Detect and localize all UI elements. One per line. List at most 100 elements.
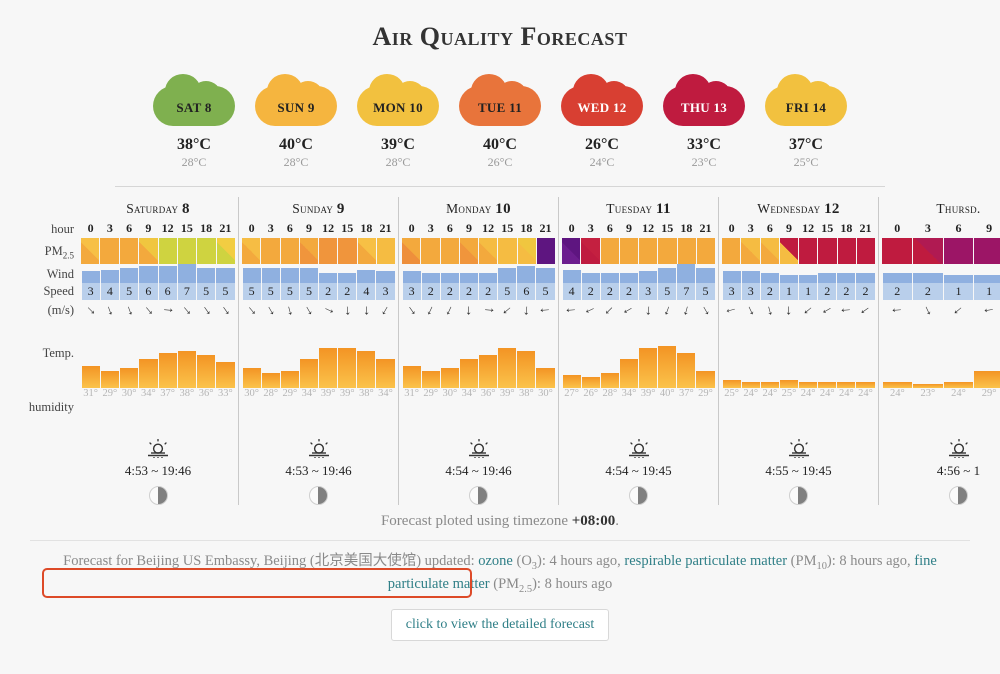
wind-arrow-icon: ↑ <box>722 304 740 316</box>
pm25-cell[interactable] <box>280 238 299 264</box>
pm25-cell[interactable] <box>677 238 696 264</box>
temp-value: 27° <box>564 388 579 399</box>
temp-value: 24° <box>762 388 778 399</box>
day-column-2: Monday 10 0 3 6 9 12 15 18 21 3 2 2 2 2 5 6 5 ↑ ↑ ↑ ↑ ↑ ↑ ↑ ↑ 31°… <box>398 197 558 505</box>
temp-value: 24° <box>858 388 873 399</box>
hour-tick: 12 <box>802 221 815 235</box>
day-summary-0[interactable]: SAT 8 38°C 28°C <box>153 72 235 170</box>
pm25-cell[interactable] <box>357 238 376 264</box>
pm25-cell[interactable] <box>882 238 912 264</box>
pm25-cell[interactable] <box>696 238 715 264</box>
wind-speed-bars <box>722 264 875 283</box>
pm25-cell[interactable] <box>319 238 338 264</box>
day-label: WED 12 <box>577 100 627 115</box>
pm25-cell[interactable] <box>119 238 139 264</box>
temp-bar <box>197 354 216 388</box>
pm25-cell[interactable] <box>177 238 197 264</box>
view-detailed-forecast-button[interactable]: click to view the detailed forecast <box>390 609 610 642</box>
pm25-cell[interactable] <box>421 238 440 264</box>
pm25-cell[interactable] <box>158 238 177 264</box>
pm25-cell[interactable] <box>943 238 974 264</box>
day-summary-3[interactable]: TUE 11 40°C 26°C <box>459 72 541 170</box>
pm25-cell[interactable] <box>658 238 677 264</box>
temp-min: 28°C <box>283 155 309 169</box>
pm25-cell[interactable] <box>837 238 856 264</box>
day-summary-1[interactable]: SUN 9 40°C 28°C <box>255 72 337 170</box>
pm25-cell[interactable] <box>242 238 261 264</box>
pm25-cell[interactable] <box>741 238 760 264</box>
pm25-cell[interactable] <box>459 238 478 264</box>
pm25-cell[interactable] <box>197 238 216 264</box>
pm25-cell[interactable] <box>139 238 158 264</box>
pm25-cell[interactable] <box>974 238 1000 264</box>
wind-value: 2 <box>338 283 357 300</box>
moon-phase-icon <box>148 486 168 505</box>
pm25-cell[interactable] <box>81 238 100 264</box>
pm25-cell[interactable] <box>100 238 119 264</box>
temp-value: 29° <box>282 388 298 399</box>
wind-arrow-icon: ↑ <box>199 302 214 319</box>
wind-arrow-icon: ↑ <box>661 302 673 319</box>
day-summary-4[interactable]: WED 12 26°C 24°C <box>561 72 643 170</box>
wind-value: 5 <box>120 283 139 300</box>
pm25-cell[interactable] <box>536 238 555 264</box>
pm25-cell[interactable] <box>639 238 658 264</box>
temp-value: 34° <box>461 388 477 399</box>
pm25-cell[interactable] <box>760 238 779 264</box>
temperature-bars <box>562 342 715 388</box>
pm25-cell[interactable] <box>338 238 357 264</box>
pm25-cell[interactable] <box>779 238 798 264</box>
day-columns: Saturday 8 0 3 6 9 12 15 18 21 3 4 5 6 6 7 5 5 ↑ ↑ ↑ ↑ ↑ ↑ ↑ ↑ 31… <box>78 197 1000 505</box>
pm25-cell[interactable] <box>562 238 581 264</box>
temp-min: 28°C <box>181 155 207 169</box>
pm25-cell[interactable] <box>799 238 818 264</box>
pm25-cell[interactable] <box>912 238 943 264</box>
temp-value: 29° <box>698 388 713 399</box>
ozone-link[interactable]: ozone <box>478 553 513 569</box>
pm25-cell[interactable] <box>619 238 638 264</box>
hour-tick: 0 <box>87 221 94 235</box>
pm-sub: 2.5 <box>62 250 74 261</box>
day-summary-2[interactable]: MON 10 39°C 28°C <box>357 72 439 170</box>
pm25-cell[interactable] <box>299 238 318 264</box>
pm25-cell[interactable] <box>440 238 459 264</box>
attrib-prefix: Forecast for <box>63 553 137 569</box>
pm25-cell[interactable] <box>216 238 235 264</box>
pm25-cell[interactable] <box>856 238 875 264</box>
pm25-cell[interactable] <box>261 238 280 264</box>
pm10-link[interactable]: respirable particulate matter <box>624 553 787 569</box>
pm25-cell[interactable] <box>600 238 619 264</box>
temp-bar <box>280 370 299 388</box>
wind-arrow-icon: ↑ <box>83 302 99 319</box>
pm25-bar-row <box>882 238 1000 264</box>
temp-max: 33°C <box>687 136 721 153</box>
day-label: TUE 11 <box>477 100 523 115</box>
wind-value: 2 <box>760 283 779 300</box>
pm25-cell[interactable] <box>581 238 600 264</box>
temperature-bars <box>242 342 395 388</box>
temp-bar <box>261 372 280 388</box>
day-summary-6[interactable]: FRI 14 37°C 25°C <box>765 72 847 170</box>
pm25-cell[interactable] <box>517 238 536 264</box>
temperature-values: 31° 29° 30° 34° 37° 38° 36° 33° <box>81 388 235 402</box>
wind-value: 1 <box>799 283 818 300</box>
sun-moon-block: 4:54 ~ 19:46 <box>402 438 555 505</box>
pm25-cell[interactable] <box>402 238 421 264</box>
pm25-cell[interactable] <box>479 238 498 264</box>
sunrise-sunset-icon <box>81 438 235 460</box>
cloud-icon: THU 13 <box>663 72 745 126</box>
wind-value: 3 <box>376 283 395 300</box>
temperature-values: 24°23°24°29°31° <box>882 388 1000 402</box>
pm25-cell[interactable] <box>818 238 837 264</box>
wind-arrow-icon: ↑ <box>498 302 515 318</box>
pm25-cell[interactable] <box>376 238 395 264</box>
wind-arrow-icon: ↑ <box>785 303 793 318</box>
pm25-cell[interactable] <box>722 238 741 264</box>
temperature-values: 27° 26° 28° 34° 39° 40° 37° 29° <box>562 388 715 402</box>
temp-bar <box>619 359 638 388</box>
temp-value: 39° <box>499 388 515 399</box>
timezone-prefix: Forecast ploted using timezone <box>380 513 572 529</box>
pm25-cell[interactable] <box>498 238 517 264</box>
hour-tick: 9 <box>465 221 472 235</box>
day-summary-5[interactable]: THU 13 33°C 23°C <box>663 72 745 170</box>
